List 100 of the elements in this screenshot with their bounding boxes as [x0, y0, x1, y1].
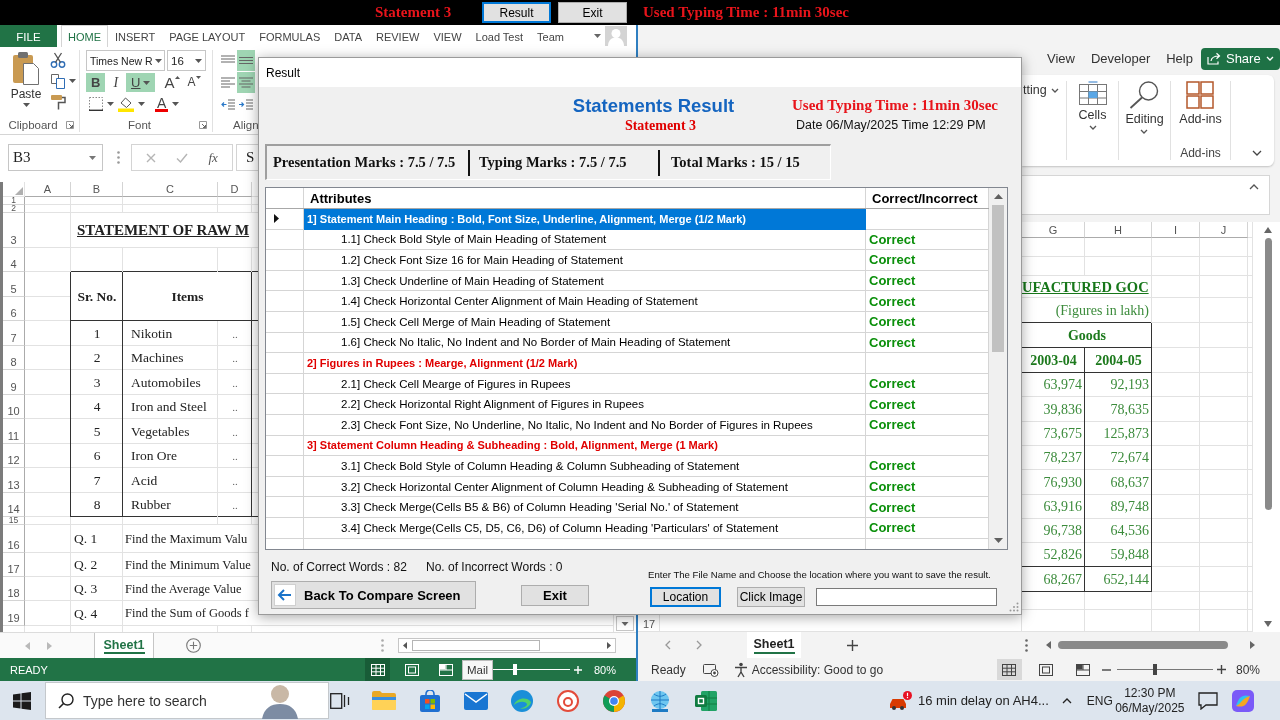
zoom-out-icon[interactable]	[1101, 668, 1111, 671]
column-header[interactable]: I	[1152, 222, 1200, 238]
row-header[interactable]: 9	[3, 370, 25, 395]
car-icon[interactable]	[888, 690, 912, 711]
row-header[interactable]: 17	[642, 618, 656, 630]
exit-button[interactable]: Exit	[558, 2, 627, 23]
caret-icon[interactable]	[172, 102, 180, 106]
row-header[interactable]: 4	[3, 248, 25, 272]
column-header[interactable]: D	[218, 182, 252, 197]
add-sheet-icon[interactable]	[186, 638, 201, 653]
chevron-up-icon[interactable]	[1061, 697, 1072, 704]
border-icon[interactable]	[89, 97, 103, 111]
browser-icon[interactable]	[511, 689, 533, 712]
search-field[interactable]: Type here to search	[83, 692, 233, 709]
scroll-up-icon[interactable]	[1264, 227, 1272, 233]
view-button[interactable]	[996, 659, 1022, 680]
ribbon-tab[interactable]: FORMULAS	[252, 25, 328, 47]
caret-icon[interactable]	[594, 34, 601, 38]
location-button[interactable]: Location	[650, 587, 721, 607]
formula-field[interactable]	[1022, 175, 1270, 215]
folder-icon[interactable]	[372, 691, 396, 710]
scroll-right-icon[interactable]	[1250, 641, 1255, 649]
paint-roller-icon[interactable]	[50, 94, 66, 110]
ribbon-tab[interactable]: DATA	[327, 25, 369, 47]
chevron-down-icon[interactable]	[1252, 150, 1262, 156]
ribbon-tab[interactable]: Developer	[1082, 51, 1159, 66]
fill-color-icon[interactable]	[118, 96, 134, 112]
row-header[interactable]: 11	[3, 419, 25, 444]
share-button[interactable]: Share	[1200, 47, 1280, 70]
ribbon-tab[interactable]: INSERT	[108, 25, 163, 47]
font-name-field[interactable]: Times New R	[86, 50, 165, 71]
row-header[interactable]: 1	[3, 197, 25, 205]
caret-icon[interactable]	[69, 79, 76, 83]
exit-button[interactable]: Exit	[521, 584, 589, 606]
caret-icon[interactable]	[138, 102, 145, 106]
dialog-launcher-icon[interactable]	[66, 121, 74, 129]
row-header[interactable]: 15	[3, 517, 25, 525]
scrollbar-thumb[interactable]	[412, 640, 540, 651]
row-header[interactable]: 12	[3, 444, 25, 468]
more-icon[interactable]	[1025, 638, 1028, 652]
sheet-tab[interactable]: Sheet1	[94, 633, 154, 658]
dialog-launcher-icon[interactable]	[199, 121, 207, 129]
check-cell[interactable]: 1.4] Check Horizontal Center Alignment of Main Heading of Statement	[304, 291, 866, 311]
task-view-icon[interactable]	[330, 692, 350, 709]
scrollbar-thumb[interactable]	[1264, 238, 1272, 510]
column-header[interactable]: B	[71, 182, 123, 197]
row-header[interactable]: 16	[3, 525, 25, 553]
column-header[interactable]: J	[1200, 222, 1248, 238]
language-indicator[interactable]: ENG	[1086, 693, 1113, 708]
add-sheet-icon[interactable]	[847, 639, 858, 651]
section-cell[interactable]: 2] Figures in Rupees : Mearge, Alignment (1/2 Mark)	[304, 353, 866, 373]
italic-button[interactable]: I	[108, 73, 124, 92]
font-size-field[interactable]: 16	[167, 50, 206, 71]
scroll-down-icon[interactable]	[993, 538, 1003, 543]
copy-icon[interactable]	[50, 73, 66, 89]
check-cell[interactable]: 3.3] Check Merge(Cells B5 & B6) of Column Heading 'Serial No.' of Statement	[304, 497, 866, 517]
font-color-button[interactable]: A	[155, 96, 169, 112]
scrollbar[interactable]	[398, 638, 616, 653]
chevron-up-icon[interactable]	[1249, 184, 1259, 190]
add-ins-button[interactable]: Add-ins	[1179, 81, 1222, 126]
check-icon[interactable]	[176, 152, 189, 163]
ribbon-tab[interactable]: PAGE LAYOUT	[162, 25, 253, 47]
row-header[interactable]: 10	[3, 395, 25, 419]
store-icon[interactable]	[419, 689, 441, 712]
scrollbar-thumb[interactable]	[992, 205, 1004, 352]
check-cell[interactable]: 1.3] Check Underline of Main Heading of Statement	[304, 270, 866, 291]
check-cell[interactable]: 3.2] Check Horizontal Center Alignment of Column Heading & Subheading of Statement	[304, 476, 866, 497]
scroll-up-icon[interactable]	[993, 194, 1003, 199]
zoom-level[interactable]: 80%	[1235, 662, 1260, 677]
paste-button[interactable]: Paste	[6, 51, 46, 113]
globe-icon[interactable]	[648, 689, 672, 712]
zoom-in-icon[interactable]	[1216, 665, 1226, 674]
row-header[interactable]: 19	[3, 601, 25, 626]
check-cell[interactable]: 1.1] Check Bold Style of Main Heading of Statement	[304, 229, 866, 250]
editing-button[interactable]: Editing	[1125, 81, 1164, 134]
row-header[interactable]: 13	[3, 468, 25, 493]
check-cell[interactable]: 2.1] Check Cell Mearge of Figures in Rupees	[304, 373, 866, 394]
scroll-down-icon[interactable]	[1264, 621, 1272, 627]
section-cell[interactable]: 1] Statement Main Heading : Bold, Font Size, Underline, Alignment, Merge (1/2 Mark)	[304, 209, 866, 230]
check-cell[interactable]: 2.2] Check Horizontal Right Alignment of Figures in Rupees	[304, 394, 866, 414]
cells-button[interactable]: Cells	[1078, 81, 1107, 130]
check-cell[interactable]: 1.5] Check Cell Merge of Main Heading of Statement	[304, 311, 866, 332]
row-header[interactable]: 5	[3, 272, 25, 297]
row-header[interactable]: 7	[3, 321, 25, 346]
view-button[interactable]	[365, 658, 390, 681]
column-header[interactable]: C	[123, 182, 218, 197]
sheet-tab[interactable]: Sheet1	[747, 632, 801, 658]
ring-icon[interactable]	[557, 689, 579, 712]
column-header[interactable]: Correct/Incorrect	[866, 188, 989, 209]
slider-thumb[interactable]	[513, 664, 517, 675]
row-header[interactable]: 18	[3, 577, 25, 601]
align-middle-button[interactable]	[237, 50, 255, 71]
chat-icon[interactable]	[1197, 691, 1218, 710]
column-header[interactable]: A	[25, 182, 71, 197]
row-header[interactable]: 17	[3, 553, 25, 577]
check-cell[interactable]: 1.2] Check Font Size 16 for Main Heading of Statement	[304, 250, 866, 270]
mail-icon[interactable]	[464, 691, 488, 710]
spreadsheet-icon[interactable]	[695, 689, 717, 712]
grow-font-button[interactable]: A	[162, 73, 183, 92]
underline-button[interactable]: U	[126, 73, 156, 92]
